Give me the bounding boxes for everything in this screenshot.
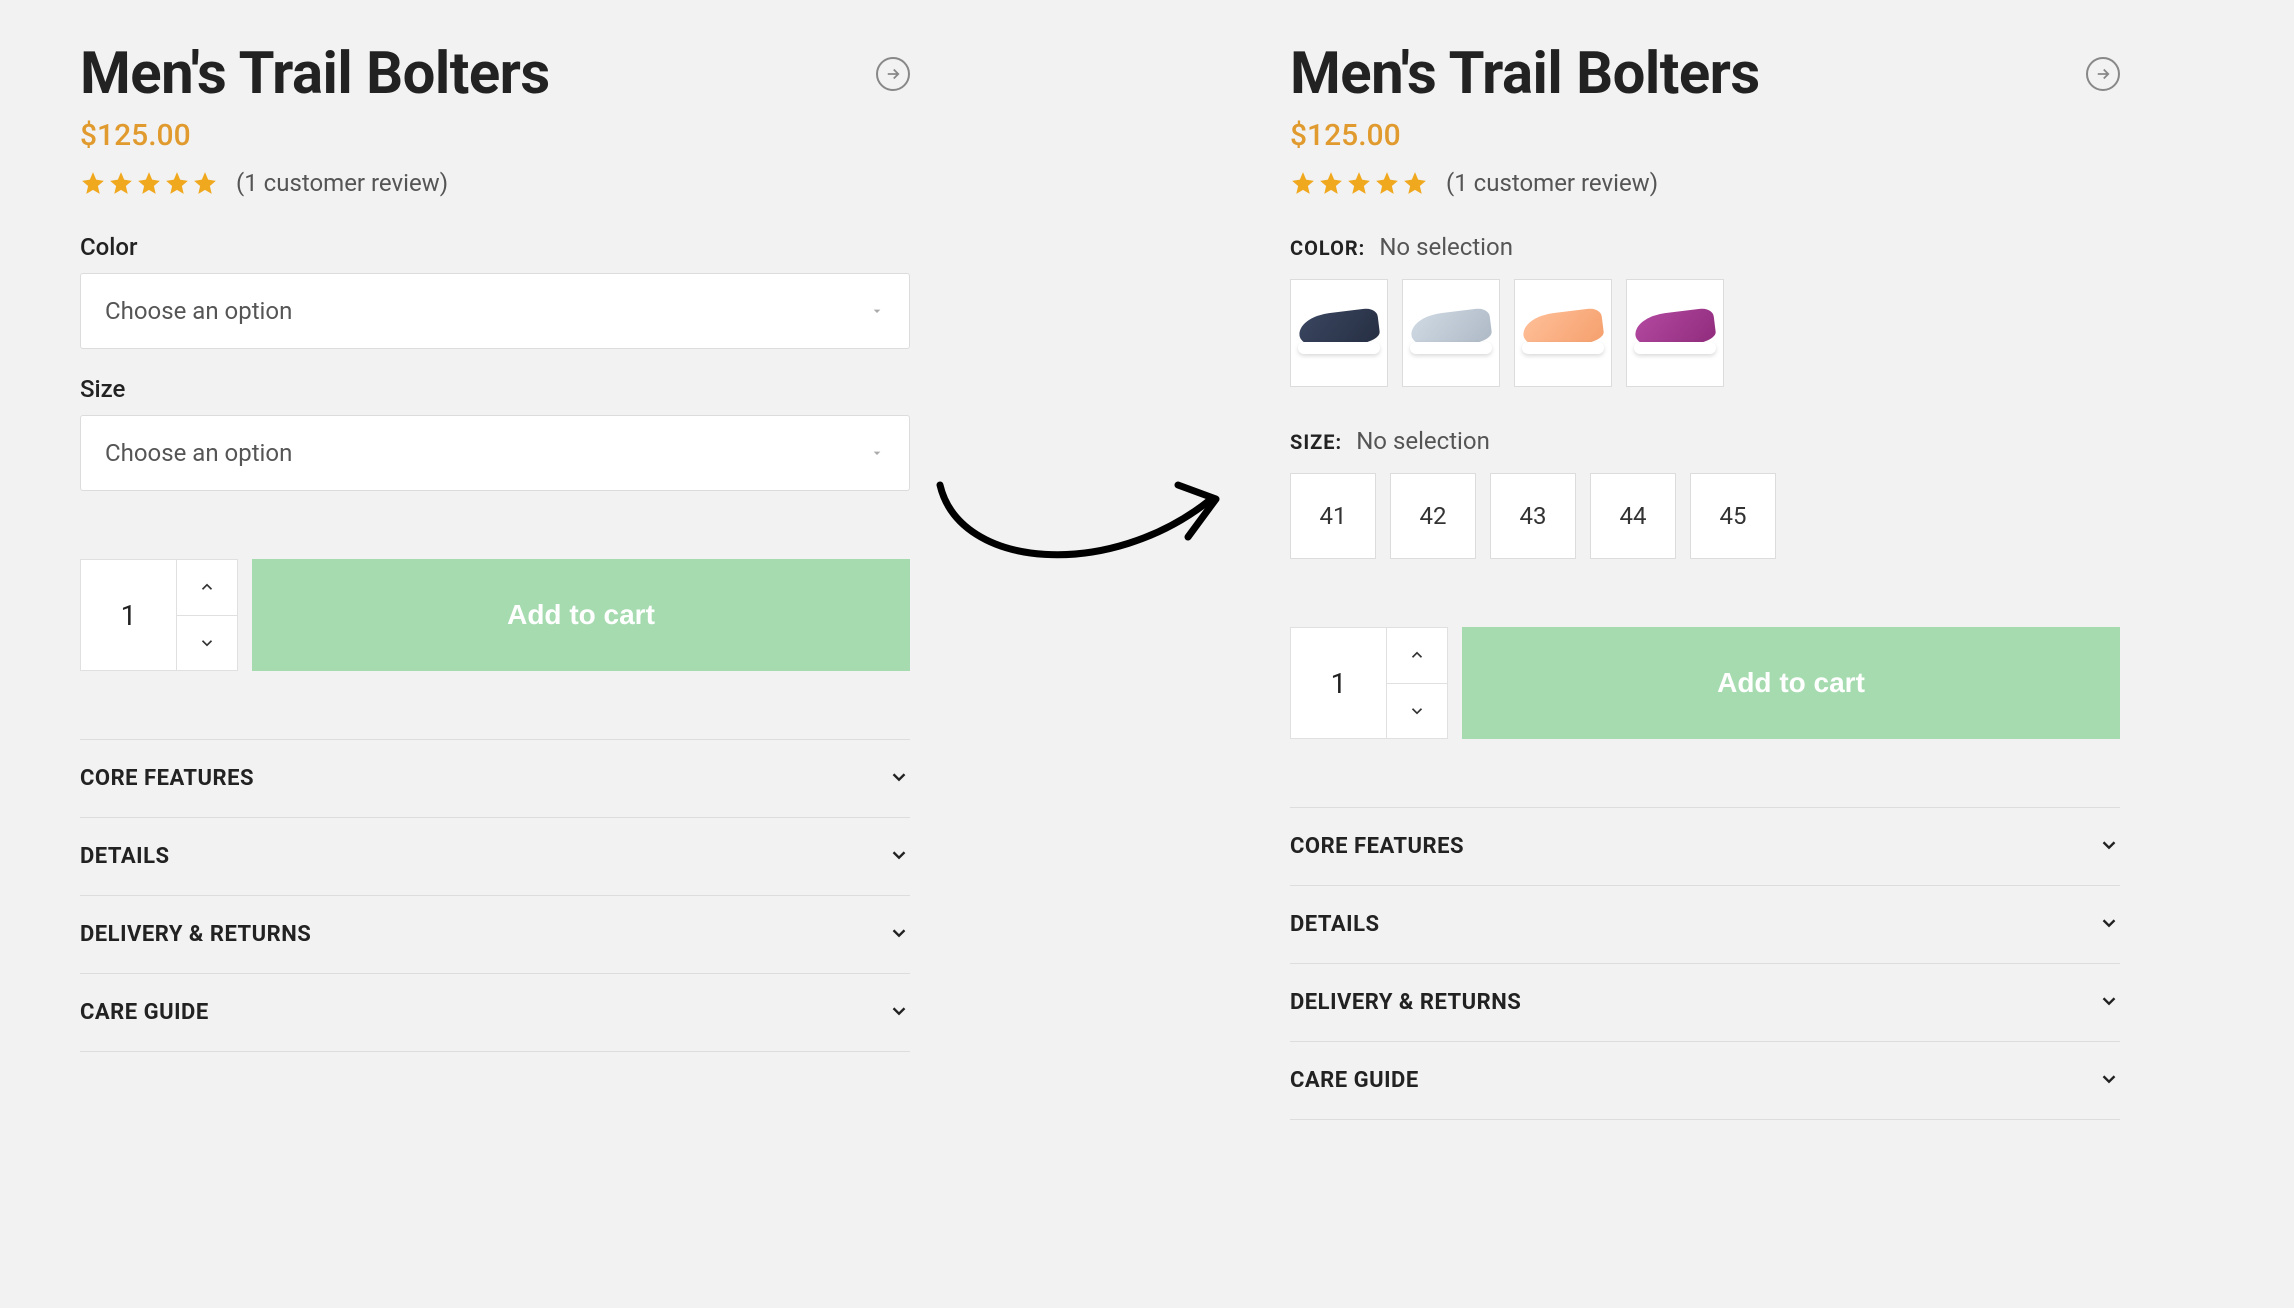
accordion-title: DETAILS [80,844,170,869]
chevron-down-icon [2098,834,2120,860]
chevron-down-icon [2098,1068,2120,1094]
accordion-title: DELIVERY & RETURNS [1290,990,1521,1015]
size-selection-value: No selection [1356,427,1490,455]
accordion-title: DELIVERY & RETURNS [80,922,311,947]
title-row: Men's Trail Bolters [80,40,910,108]
rating-row: (1 customer review) [80,169,910,197]
size-select[interactable]: Choose an option [80,415,910,491]
accordion: CORE FEATURES DETAILS DELIVERY & RETURNS… [80,739,910,1052]
product-panel-after: Men's Trail Bolters $125.00 (1 customer … [1290,40,2120,1120]
cart-row: 1 Add to cart [80,559,910,671]
size-swatch-label-row: SIZE: No selection [1290,427,2120,455]
star-icon [108,170,134,196]
quantity-controls [177,560,237,670]
star-icon [164,170,190,196]
color-swatch-grey[interactable] [1402,279,1500,387]
chevron-down-icon [2098,990,2120,1016]
size-swatches: 41 42 43 44 45 [1290,473,2120,559]
quantity-stepper: 1 [80,559,238,671]
quantity-down-button[interactable] [177,616,237,671]
product-title: Men's Trail Bolters [1290,40,1760,108]
color-select[interactable]: Choose an option [80,273,910,349]
review-count[interactable]: (1 customer review) [236,169,448,197]
chevron-down-icon [888,844,910,870]
size-select-placeholder: Choose an option [105,439,292,467]
caret-down-icon [869,439,885,467]
product-title: Men's Trail Bolters [80,40,550,108]
accordion-item-core-features[interactable]: CORE FEATURES [1290,808,2120,886]
quantity-up-button[interactable] [177,560,237,616]
chevron-down-icon [888,766,910,792]
color-variation-block: Color Choose an option [80,233,910,349]
size-swatch-41[interactable]: 41 [1290,473,1376,559]
accordion-title: CARE GUIDE [1290,1068,1419,1093]
quantity-value[interactable]: 1 [1291,628,1387,738]
chevron-down-icon [888,922,910,948]
arrow-right-circle-icon[interactable] [2086,57,2120,91]
accordion-item-delivery-returns[interactable]: DELIVERY & RETURNS [80,896,910,974]
chevron-down-icon [2098,912,2120,938]
star-icon [136,170,162,196]
accordion-title: DETAILS [1290,912,1380,937]
rating-stars [1290,170,1428,196]
quantity-controls [1387,628,1447,738]
product-panel-before: Men's Trail Bolters $125.00 (1 customer … [80,40,910,1052]
color-swatch-label-row: COLOR: No selection [1290,233,2120,261]
shoe-thumbnail-icon [1299,311,1379,356]
star-icon [1290,170,1316,196]
quantity-value[interactable]: 1 [81,560,177,670]
size-swatch-42[interactable]: 42 [1390,473,1476,559]
color-swatch-plum[interactable] [1626,279,1724,387]
accordion: CORE FEATURES DETAILS DELIVERY & RETURNS… [1290,807,2120,1120]
size-swatch-45[interactable]: 45 [1690,473,1776,559]
quantity-down-button[interactable] [1387,684,1447,739]
accordion-title: CORE FEATURES [80,766,254,791]
color-swatch-peach[interactable] [1514,279,1612,387]
review-count[interactable]: (1 customer review) [1446,169,1658,197]
accordion-item-delivery-returns[interactable]: DELIVERY & RETURNS [1290,964,2120,1042]
size-variation-block: Size Choose an option [80,375,910,491]
rating-stars [80,170,218,196]
rating-row: (1 customer review) [1290,169,2120,197]
add-to-cart-button[interactable]: Add to cart [252,559,910,671]
size-swatch-43[interactable]: 43 [1490,473,1576,559]
cart-row: 1 Add to cart [1290,627,2120,739]
accordion-item-details[interactable]: DETAILS [1290,886,2120,964]
star-icon [80,170,106,196]
accordion-item-care-guide[interactable]: CARE GUIDE [1290,1042,2120,1120]
caret-down-icon [869,297,885,325]
accordion-item-care-guide[interactable]: CARE GUIDE [80,974,910,1052]
star-icon [192,170,218,196]
star-icon [1318,170,1344,196]
star-icon [1402,170,1428,196]
color-selection-value: No selection [1379,233,1513,261]
size-label: Size [80,375,910,403]
size-swatch-44[interactable]: 44 [1590,473,1676,559]
add-to-cart-button[interactable]: Add to cart [1462,627,2120,739]
chevron-down-icon [888,1000,910,1026]
shoe-thumbnail-icon [1635,311,1715,356]
shoe-thumbnail-icon [1523,311,1603,356]
accordion-item-details[interactable]: DETAILS [80,818,910,896]
star-icon [1346,170,1372,196]
accordion-item-core-features[interactable]: CORE FEATURES [80,740,910,818]
star-icon [1374,170,1400,196]
product-price: $125.00 [1290,118,2120,153]
accordion-title: CORE FEATURES [1290,834,1464,859]
size-label: SIZE: [1290,430,1342,454]
shoe-thumbnail-icon [1411,311,1491,356]
accordion-title: CARE GUIDE [80,1000,209,1025]
product-price: $125.00 [80,118,910,153]
flow-arrow-icon [930,465,1230,595]
color-label: Color [80,233,910,261]
color-swatch-navy[interactable] [1290,279,1388,387]
arrow-right-circle-icon[interactable] [876,57,910,91]
title-row: Men's Trail Bolters [1290,40,2120,108]
color-select-placeholder: Choose an option [105,297,292,325]
color-swatches [1290,279,2120,387]
quantity-stepper: 1 [1290,627,1448,739]
color-label: COLOR: [1290,236,1365,260]
quantity-up-button[interactable] [1387,628,1447,684]
